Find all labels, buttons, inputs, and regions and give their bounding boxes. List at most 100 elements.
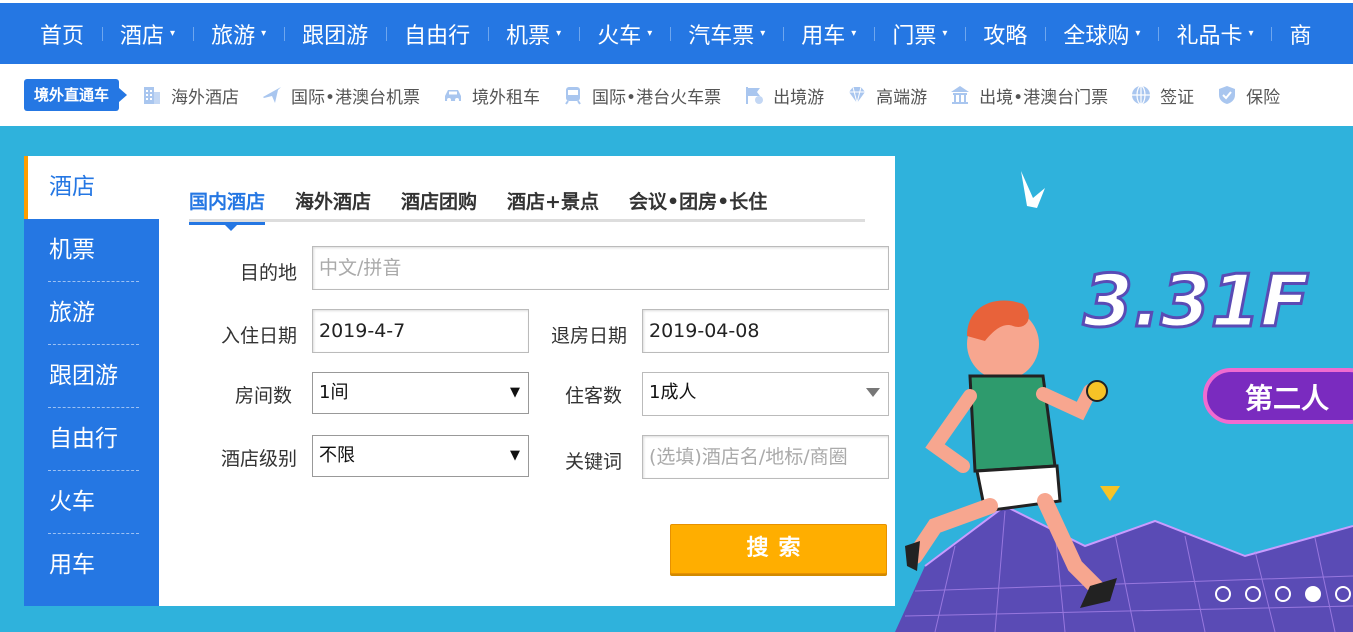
sub-navbar: 境外直通车 海外酒店 国际•港澳台机票 境外租车 国际•港台火车票 出境游 高端…	[0, 64, 1353, 126]
tab-domestic-hotel[interactable]: 国内酒店	[189, 186, 266, 231]
nav-label: 商	[1289, 23, 1312, 49]
nav-label: 门票	[892, 23, 937, 49]
carousel-dot[interactable]	[1275, 586, 1291, 602]
nav-item-travel[interactable]: 旅游 ▾	[193, 3, 284, 64]
subnav-item-outbound-tickets[interactable]: 出境•港澳台门票	[949, 83, 1108, 108]
globe-icon	[1132, 85, 1151, 105]
subnav-label: 境外租车	[472, 87, 541, 108]
promo-headline-tail: F	[1260, 259, 1309, 343]
search-button[interactable]: 搜索	[670, 524, 887, 574]
tab-hotel-attraction[interactable]: 酒店+景点	[507, 186, 599, 222]
nav-label: 自由行	[404, 23, 471, 49]
nav-item-flights[interactable]: 机票 ▾	[488, 3, 579, 64]
nav-item-group-tour[interactable]: 跟团游	[284, 3, 386, 64]
top-nav-list: 首页 酒店 ▾ 旅游 ▾ 跟团游 自由行 机票 ▾ 火车 ▾ 汽车票 ▾ 用车 ▾ 门票 ▾ …	[0, 3, 1353, 64]
keyword-input[interactable]: (选填)酒店名/地标/商圈	[642, 435, 889, 479]
subnav-item-overseas-hotel[interactable]: 海外酒店	[141, 83, 239, 108]
nav-item-bus[interactable]: 汽车票 ▾	[670, 3, 783, 64]
keyword-label: 关键词	[564, 451, 622, 473]
subnav-item-visa[interactable]: 签证	[1130, 83, 1194, 108]
sidebar-item-car[interactable]: 用车	[24, 534, 159, 597]
checkin-label: 入住日期	[220, 325, 297, 347]
tab-overseas-hotel[interactable]: 海外酒店	[295, 186, 371, 222]
destination-input[interactable]: 中文/拼音	[312, 246, 889, 290]
sidebar-item-hotel[interactable]: 酒店	[24, 156, 159, 219]
sidebar-item-flights[interactable]: 机票	[24, 219, 159, 282]
carousel-indicators	[1215, 586, 1353, 602]
nav-item-self-guided[interactable]: 自由行	[386, 3, 488, 64]
rooms-select[interactable]: 1间 ▼	[312, 372, 529, 414]
nav-label: 礼品卡	[1176, 23, 1243, 49]
nav-label: 用车	[801, 23, 846, 49]
category-sidebar: 酒店 机票 旅游 跟团游 自由行 火车 用车	[24, 156, 159, 606]
chevron-down-icon: ▾	[170, 28, 176, 39]
nav-item-gift-card[interactable]: 礼品卡 ▾	[1158, 3, 1271, 64]
checkout-date-input[interactable]: 2019-04-08	[642, 309, 889, 353]
subnav-item-overseas-car[interactable]: 境外租车	[442, 83, 540, 108]
tab-hotel-group-buy[interactable]: 酒店团购	[401, 186, 477, 222]
promo-tag: 第二人	[1245, 382, 1329, 415]
dropdown-arrow-icon: ▼	[510, 448, 520, 463]
nav-item-business[interactable]: 商	[1271, 3, 1329, 64]
chevron-down-icon: ▾	[851, 28, 857, 39]
subnav-item-insurance[interactable]: 保险	[1216, 83, 1280, 108]
nav-label: 机票	[506, 23, 551, 49]
train-icon	[565, 87, 581, 105]
hero-area: 3.31 F 第二人 酒店 机票 旅游 跟团游 自由行 火车 用车 国内酒店 海…	[0, 126, 1353, 632]
chevron-down-icon: ▾	[647, 28, 653, 39]
chevron-down-icon: ▾	[942, 28, 948, 39]
nav-label: 火车	[597, 23, 642, 49]
nav-item-guides[interactable]: 攻略	[965, 3, 1045, 64]
nav-item-global-shop[interactable]: 全球购 ▾	[1045, 3, 1158, 64]
hotel-level-value: 不限	[319, 445, 355, 466]
nav-label: 酒店	[120, 23, 165, 49]
guests-value: 1成人	[649, 382, 697, 403]
guests-select[interactable]: 1成人	[642, 372, 889, 416]
hotel-tabs: 国内酒店 海外酒店 酒店团购 酒店+景点 会议•团房•长住	[189, 186, 865, 231]
dropdown-arrow-icon	[866, 388, 880, 397]
sidebar-item-travel[interactable]: 旅游	[24, 282, 159, 345]
chevron-down-icon: ▾	[261, 28, 267, 39]
carousel-dot[interactable]	[1245, 586, 1261, 602]
nav-item-hotel[interactable]: 酒店 ▾	[102, 3, 193, 64]
temple-icon	[951, 86, 970, 104]
hotel-level-select[interactable]: 不限 ▼	[312, 435, 529, 477]
car-icon	[445, 90, 462, 102]
carousel-dot[interactable]	[1335, 586, 1351, 602]
subnav-item-intl-train[interactable]: 国际•港台火车票	[562, 83, 721, 108]
nav-label: 汽车票	[688, 23, 755, 49]
chevron-down-icon: ▾	[556, 28, 562, 39]
subnav-label: 保险	[1246, 87, 1281, 108]
destination-label: 目的地	[239, 262, 297, 284]
hotel-level-label: 酒店级别	[220, 448, 297, 470]
overseas-badge[interactable]: 境外直通车	[24, 79, 128, 111]
top-navbar: 首页 酒店 ▾ 旅游 ▾ 跟团游 自由行 机票 ▾ 火车 ▾ 汽车票 ▾ 用车 ▾ 门票 ▾ …	[0, 0, 1353, 64]
subnav-label: 高端游	[876, 87, 928, 108]
checkin-date-input[interactable]: 2019-4-7	[312, 309, 529, 353]
sidebar-item-self-guided[interactable]: 自由行	[24, 408, 159, 471]
subnav-label: 出境•港澳台门票	[979, 87, 1109, 108]
nav-item-home[interactable]: 首页	[0, 3, 102, 64]
nav-label: 攻略	[983, 23, 1028, 49]
subnav-label: 海外酒店	[171, 87, 240, 108]
sidebar-item-group-tour[interactable]: 跟团游	[24, 345, 159, 408]
search-panel: 酒店 机票 旅游 跟团游 自由行 火车 用车 国内酒店 海外酒店 酒店团购 酒店…	[24, 156, 895, 606]
nav-item-tickets[interactable]: 门票 ▾	[874, 3, 965, 64]
subnav-item-luxury-tour[interactable]: 高端游	[846, 83, 927, 108]
hotel-search-form: 国内酒店 海外酒店 酒店团购 酒店+景点 会议•团房•长住 目的地 中文/拼音 …	[189, 156, 889, 606]
building-icon	[144, 87, 161, 104]
sidebar-item-train[interactable]: 火车	[24, 471, 159, 534]
subnav-label: 出境游	[773, 87, 825, 108]
subnav-item-outbound-tour[interactable]: 出境游	[743, 83, 824, 108]
dropdown-arrow-icon: ▼	[510, 385, 520, 400]
promo-banner[interactable]: 3.31 F 第二人	[895, 126, 1353, 632]
subnav-item-intl-flights[interactable]: 国际•港澳台机票	[261, 83, 420, 108]
carousel-dot[interactable]	[1215, 586, 1231, 602]
diamond-icon	[849, 86, 866, 104]
carousel-dot-active[interactable]	[1305, 586, 1321, 602]
chevron-down-icon: ▾	[760, 28, 766, 39]
tab-meeting-group-longstay[interactable]: 会议•团房•长住	[629, 186, 767, 222]
nav-item-train[interactable]: 火车 ▾	[579, 3, 670, 64]
chevron-down-icon: ▾	[1248, 28, 1254, 39]
nav-item-car[interactable]: 用车 ▾	[783, 3, 874, 64]
